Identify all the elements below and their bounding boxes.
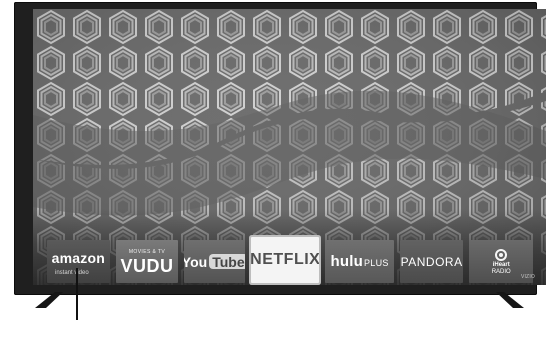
iheart-radio-icon (495, 248, 508, 261)
hulu-main-text: hulu (330, 253, 363, 270)
tv-brand-mark: VIZIO (520, 274, 535, 280)
pandora-tile[interactable]: PANDORA (399, 240, 464, 283)
tv-product-image: amazon instant video MOVIES & TV VUDU Yo… (0, 0, 551, 337)
tv-frame: amazon instant video MOVIES & TV VUDU Yo… (14, 2, 546, 295)
iheart-radio-logo: iHeart RADIO (491, 248, 511, 275)
callout-line (76, 268, 78, 320)
left-stand-leg (35, 292, 63, 308)
vudu-top-label: MOVIES & TV (128, 249, 166, 255)
tv-screen: amazon instant video MOVIES & TV VUDU Yo… (33, 9, 546, 285)
amazon-instant-video-tile[interactable]: amazon instant video (47, 240, 110, 283)
app-launcher-row: amazon instant video MOVIES & TV VUDU Yo… (47, 237, 534, 283)
amazon-subtitle: instant video (55, 270, 89, 276)
hulu-plus-tile[interactable]: hulu PLUS (325, 240, 394, 283)
iheart-line-1: iHeart (492, 261, 510, 268)
vudu-logo: MOVIES & TV VUDU (120, 249, 174, 276)
vudu-main-label: VUDU (120, 256, 174, 276)
youtube-tile[interactable]: You Tube (184, 240, 246, 283)
amazon-logo-text: amazon (51, 249, 105, 266)
netflix-tile[interactable]: NETFLIX (251, 237, 320, 283)
netflix-label: NETFLIX (251, 251, 320, 268)
iheart-line-2: RADIO (491, 268, 511, 275)
youtube-tube-text: Tube (209, 253, 246, 270)
youtube-you-text: You (184, 253, 208, 270)
youtube-logo: You Tube (184, 253, 246, 270)
vudu-tile[interactable]: MOVIES & TV VUDU (115, 240, 179, 283)
hulu-plus-logo: hulu PLUS (331, 253, 389, 270)
right-stand-leg (496, 292, 524, 308)
hulu-plus-text: PLUS (363, 258, 389, 268)
pandora-label: PANDORA (400, 254, 463, 269)
